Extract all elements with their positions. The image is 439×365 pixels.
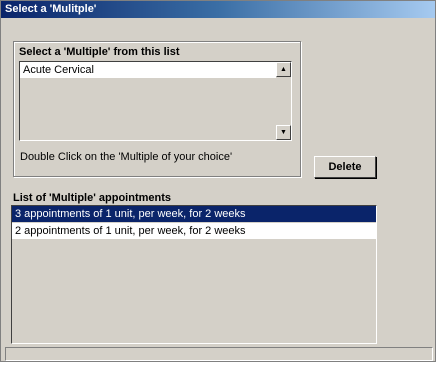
- list-item[interactable]: Acute Cervical: [20, 62, 277, 78]
- picker-hint: Double Click on the 'Multiple of your ch…: [20, 151, 233, 163]
- appointment-row[interactable]: 3 appointments of 1 unit, per week, for …: [12, 206, 376, 222]
- picker-label: Select a 'Multiple' from this list: [19, 46, 180, 58]
- status-bar: [5, 347, 433, 361]
- dialog-window: Select a 'Mulitple' Select a 'Multiple' …: [0, 0, 436, 362]
- multiple-list[interactable]: Acute Cervical ▲ ▼: [19, 61, 292, 141]
- appointments-list[interactable]: 3 appointments of 1 unit, per week, for …: [11, 205, 377, 344]
- appointments-label: List of 'Multiple' appointments: [13, 192, 172, 204]
- delete-button[interactable]: Delete: [314, 156, 376, 178]
- scroll-up-icon[interactable]: ▲: [276, 62, 291, 77]
- window-title: Select a 'Mulitple': [1, 1, 435, 18]
- scroll-down-icon[interactable]: ▼: [276, 125, 291, 140]
- appointment-row[interactable]: 2 appointments of 1 unit, per week, for …: [12, 223, 376, 239]
- vertical-scrollbar[interactable]: ▲ ▼: [276, 62, 291, 140]
